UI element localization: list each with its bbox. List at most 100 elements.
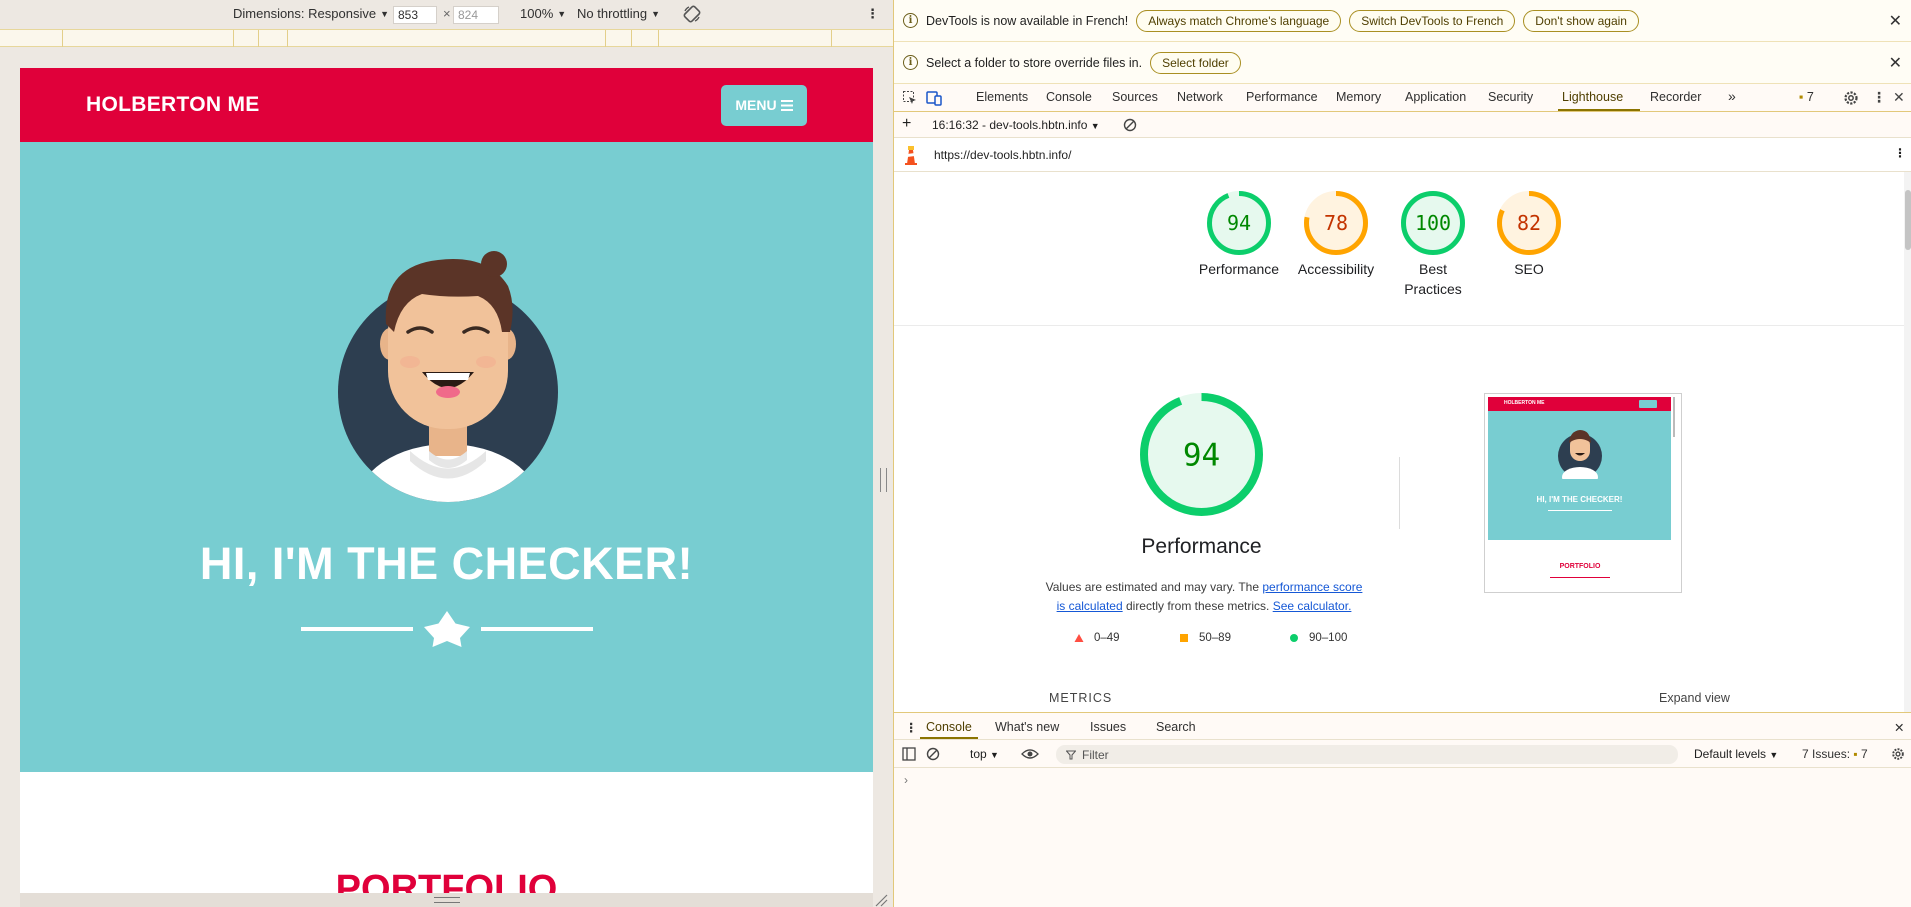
rotate-icon[interactable] (682, 4, 702, 24)
menu-button[interactable]: MENU (721, 84, 807, 126)
close-icon[interactable]: ✕ (1889, 53, 1902, 73)
tab-console[interactable]: Console (1046, 90, 1092, 104)
see-calculator-link[interactable]: See calculator. (1273, 599, 1352, 613)
tab-memory[interactable]: Memory (1336, 90, 1381, 104)
gauge-performance[interactable]: 94 Performance (1194, 190, 1284, 279)
issues-counter[interactable]: ▪ 7 (1799, 90, 1814, 104)
corner-resize-icon[interactable] (874, 893, 888, 907)
triangle-icon (1074, 634, 1084, 642)
clear-reports-icon[interactable] (1123, 118, 1137, 132)
more-options-icon[interactable]: ⋮ (866, 6, 879, 22)
devtools-tabbar: Elements Console Sources Network Perform… (894, 84, 1911, 112)
new-report-icon[interactable]: + (902, 115, 911, 133)
tab-elements[interactable]: Elements (976, 90, 1028, 104)
score-gauge: 100 (1401, 191, 1465, 255)
close-devtools-icon[interactable]: ✕ (1893, 89, 1905, 106)
dont-show-again-button[interactable]: Don't show again (1523, 9, 1639, 32)
drawer-tab-issues[interactable]: Issues (1090, 720, 1126, 734)
tab-recorder[interactable]: Recorder (1650, 90, 1701, 104)
zoom-label: 100% (520, 6, 554, 21)
device-emulation-pane: Dimensions: Responsive ▼ 853 × 824 100% … (0, 0, 893, 907)
console-toolbar: top ▼ Filter Default levels ▼ 7 Issues: … (894, 740, 1911, 768)
drawer-tabbar: ⋮ Console What's new Issues Search ✕ (894, 713, 1911, 740)
drawer-tab-console[interactable]: Console (926, 720, 972, 734)
performance-note: Values are estimated and may vary. The p… (1044, 578, 1364, 616)
caret-down-icon: ▼ (557, 8, 567, 19)
report-menu-icon[interactable]: ⋮ (1894, 146, 1906, 160)
customize-menu-icon[interactable]: ⋮ (1872, 89, 1886, 106)
gauge-label: Performance (1198, 261, 1280, 277)
device-toolbar-icon[interactable] (926, 90, 942, 106)
site-logo[interactable]: HOLBERTON ME (86, 93, 260, 117)
lighthouse-report: 94 Performance 78 Accessibility 100 Best… (894, 172, 1904, 712)
vertical-resize-handle[interactable] (20, 893, 873, 907)
switch-french-button[interactable]: Switch DevTools to French (1349, 9, 1516, 32)
match-language-button[interactable]: Always match Chrome's language (1136, 9, 1342, 32)
tab-network[interactable]: Network (1177, 90, 1223, 104)
gauge-seo[interactable]: 82 SEO (1484, 190, 1574, 279)
console-prompt[interactable]: › (904, 773, 908, 787)
thumb-avatar (1558, 430, 1602, 479)
caret-down-icon: ▼ (1769, 750, 1779, 760)
zoom-dropdown[interactable]: 100% ▼ (520, 6, 566, 21)
expand-view-toggle[interactable]: Expand view (1659, 691, 1730, 705)
lighthouse-logo-icon (905, 146, 917, 165)
more-tabs-icon[interactable]: » (1728, 88, 1736, 104)
throttling-label: No throttling (577, 6, 648, 21)
drawer-menu-icon[interactable]: ⋮ (905, 720, 918, 735)
log-levels-dropdown[interactable]: Default levels ▼ (1694, 747, 1778, 761)
sidebar-toggle-icon[interactable] (902, 747, 916, 761)
hero-section: HI, I'M THE CHECKER! (20, 142, 873, 772)
overrides-message: Select a folder to store override files … (926, 55, 1143, 70)
info-icon: i (903, 55, 918, 70)
portfolio-section: PORTFOLIO (20, 772, 873, 907)
eye-icon[interactable] (1021, 747, 1039, 761)
select-folder-button[interactable]: Select folder (1150, 51, 1241, 74)
page-screenshot-thumbnail[interactable]: HOLBERTON ME HI, I'M THE CHECKER! PORTFO… (1484, 393, 1682, 593)
settings-gear-icon[interactable] (1843, 90, 1859, 106)
gauge-best-practices[interactable]: 100 Best Practices (1398, 190, 1468, 299)
height-input[interactable]: 824 (453, 6, 499, 24)
device-toolbar: Dimensions: Responsive ▼ 853 × 824 100% … (0, 0, 893, 29)
close-icon[interactable]: ✕ (1889, 11, 1902, 31)
thumb-menu-button (1639, 400, 1657, 408)
width-input[interactable]: 853 (393, 6, 437, 24)
gauge-score: 100 (1415, 211, 1451, 235)
horizontal-resize-handle[interactable] (880, 468, 887, 492)
info-icon: i (903, 13, 918, 28)
language-infobar: i DevTools is now available in French! A… (894, 0, 1911, 42)
caret-down-icon: ▼ (380, 8, 389, 19)
drawer-tab-whats-new[interactable]: What's new (995, 720, 1059, 734)
context-selector[interactable]: top ▼ (970, 747, 999, 761)
performance-title: Performance (1141, 535, 1262, 558)
report-scrollbar[interactable] (1904, 172, 1911, 712)
clear-console-icon[interactable] (926, 747, 940, 761)
inspect-element-icon[interactable] (902, 90, 918, 106)
tab-security[interactable]: Security (1488, 90, 1533, 104)
console-settings-icon[interactable] (1891, 747, 1905, 761)
thumb-hero: HI, I'M THE CHECKER! (1488, 411, 1671, 540)
media-query-ruler[interactable] (0, 29, 893, 47)
tab-application[interactable]: Application (1405, 90, 1466, 104)
dimensions-dropdown[interactable]: Dimensions: Responsive ▼ (233, 6, 389, 21)
filter-placeholder: Filter (1082, 747, 1109, 762)
tab-sources[interactable]: Sources (1112, 90, 1158, 104)
tab-lighthouse[interactable]: Lighthouse (1562, 90, 1623, 104)
caret-down-icon: ▼ (1090, 121, 1100, 131)
tab-performance[interactable]: Performance (1246, 90, 1318, 104)
log-levels-label: Default levels (1694, 747, 1767, 761)
gauge-accessibility[interactable]: 78 Accessibility (1291, 190, 1381, 279)
report-url[interactable]: https://dev-tools.hbtn.info/ (934, 148, 1071, 162)
thumb-hero-title: HI, I'M THE CHECKER! (1536, 495, 1623, 504)
close-drawer-icon[interactable]: ✕ (1894, 720, 1904, 735)
drawer-tab-search[interactable]: Search (1156, 720, 1196, 734)
active-tab-indicator (920, 737, 978, 739)
emulated-page: HOLBERTON ME MENU HI, I'M THE CHECKER! P… (20, 68, 873, 907)
filter-input[interactable]: Filter (1056, 745, 1678, 764)
throttling-dropdown[interactable]: No throttling ▼ (577, 6, 660, 21)
score-gauge: 82 (1497, 191, 1561, 255)
issues-summary[interactable]: 7 Issues: ▪ 7 (1802, 747, 1868, 761)
overrides-infobar: i Select a folder to store override file… (894, 42, 1911, 84)
avatar (338, 251, 558, 502)
report-selector[interactable]: 16:16:32 - dev-tools.hbtn.info ▼ (932, 118, 1100, 132)
